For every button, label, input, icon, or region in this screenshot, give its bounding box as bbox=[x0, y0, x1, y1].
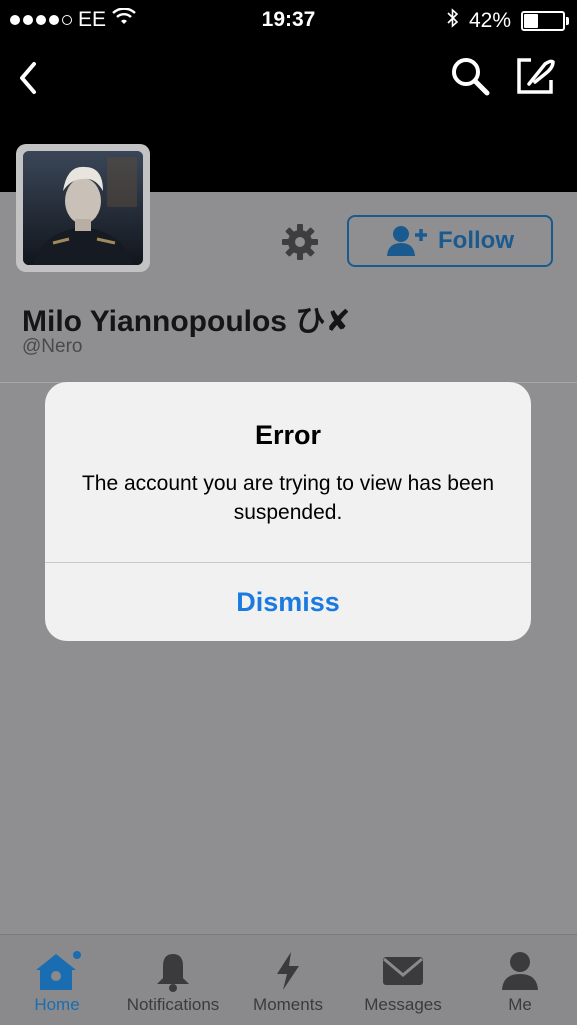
bluetooth-icon bbox=[447, 8, 459, 34]
avatar bbox=[23, 151, 143, 265]
search-icon bbox=[452, 58, 490, 96]
gear-icon bbox=[282, 224, 318, 260]
profile-avatar-frame[interactable] bbox=[16, 144, 150, 272]
tab-label: Moments bbox=[253, 995, 323, 1014]
error-alert-dialog: Error The account you are trying to view… bbox=[45, 382, 531, 641]
chevron-left-icon bbox=[20, 62, 36, 94]
envelope-icon bbox=[383, 957, 423, 985]
tab-label: Notifications bbox=[126, 995, 220, 1014]
alert-title: Error bbox=[254, 420, 322, 450]
lightning-icon bbox=[277, 952, 299, 990]
status-bar: EE 19:37 42% bbox=[0, 0, 577, 40]
battery-percent: 42% bbox=[468, 9, 511, 32]
battery-icon bbox=[521, 11, 569, 31]
person-icon bbox=[502, 952, 538, 990]
profile-name: Milo Yiannopoulos ひ✘ bbox=[22, 305, 351, 338]
compose-button[interactable] bbox=[515, 56, 557, 103]
home-icon bbox=[36, 951, 81, 990]
search-button[interactable] bbox=[450, 56, 492, 103]
tab-notifications[interactable]: Notifications bbox=[114, 935, 232, 1025]
dismiss-button[interactable]: Dismiss bbox=[45, 563, 531, 641]
settings-button[interactable] bbox=[280, 222, 320, 267]
tab-label: Home bbox=[34, 995, 80, 1014]
follow-label: Follow bbox=[438, 227, 514, 254]
tab-home[interactable]: Home bbox=[14, 935, 100, 1025]
tab-moments[interactable]: Moments bbox=[244, 935, 332, 1025]
alert-message: The account you are trying to view has b… bbox=[81, 472, 495, 524]
follow-button[interactable]: Follow bbox=[347, 215, 553, 267]
add-user-icon bbox=[387, 226, 427, 256]
tab-me[interactable]: Me bbox=[490, 935, 550, 1025]
tab-label: Me bbox=[508, 995, 532, 1014]
tab-label: Messages bbox=[364, 995, 442, 1014]
tab-messages[interactable]: Messages bbox=[356, 935, 450, 1025]
compose-icon bbox=[517, 58, 555, 94]
back-button[interactable] bbox=[14, 60, 44, 101]
status-right: 42% bbox=[447, 8, 569, 34]
bell-icon bbox=[157, 954, 189, 992]
profile-handle: @Nero bbox=[22, 336, 83, 357]
tab-bar: Home Notifications Moments Messages Me bbox=[0, 934, 577, 1025]
